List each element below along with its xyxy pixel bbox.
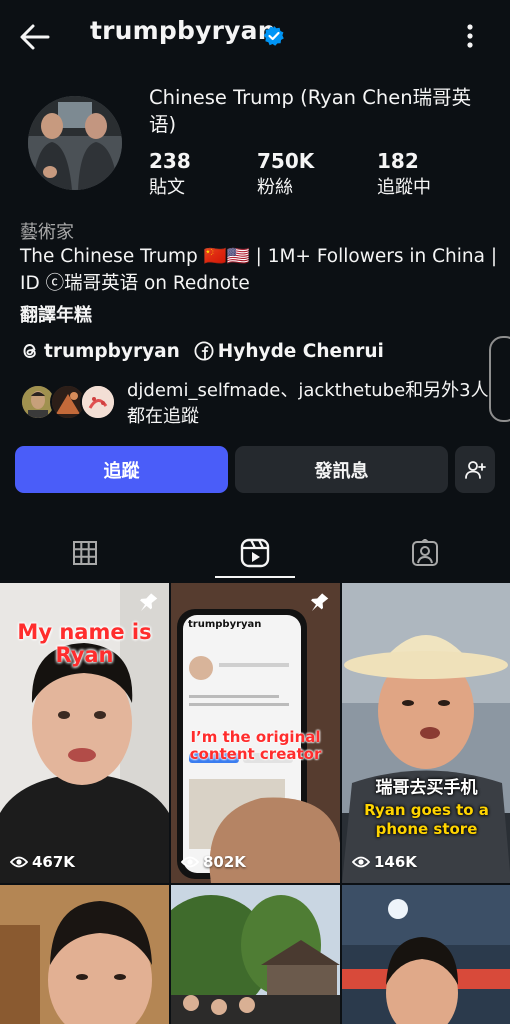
tagged-icon: [412, 539, 438, 566]
reels-icon: [240, 538, 270, 568]
pin-icon: [311, 593, 329, 611]
reel-thumbnail[interactable]: 瑞哥去买手机 Ryan goes to a phone store 146K: [342, 583, 510, 883]
following-label: 追蹤中: [377, 177, 431, 198]
threads-icon: [23, 344, 36, 358]
reel-caption: My name is Ryan: [17, 620, 152, 667]
profile-tabs: [0, 528, 510, 580]
view-count-text: 467K: [32, 853, 75, 871]
reel-thumbnail[interactable]: trumpbyryan I’m the original content cre…: [171, 583, 340, 883]
follow-button[interactable]: 追蹤: [15, 446, 228, 493]
reel-thumbnail[interactable]: My name is Ryan 467K: [0, 583, 169, 883]
display-name: Chinese Trump (Ryan Chen瑞哥英语): [149, 86, 472, 136]
suggested-accounts-button[interactable]: [455, 446, 495, 493]
posts-label: 貼文: [149, 177, 185, 198]
add-person-icon: [465, 460, 486, 479]
posts-stat[interactable]: 238 貼文: [149, 148, 191, 202]
following-count: 182: [377, 149, 419, 173]
profile-avatar[interactable]: [28, 96, 122, 190]
reel-caption: I’m the original content creator: [189, 728, 322, 763]
eye-icon: [352, 856, 370, 868]
reel-thumbnail[interactable]: [342, 885, 510, 1024]
threads-link[interactable]: trumpbyryan: [20, 341, 180, 362]
posts-count: 238: [149, 149, 191, 173]
tab-tagged[interactable]: [340, 528, 510, 578]
top-bar: trumpbyryan: [0, 0, 510, 72]
reel-caption-chinese: 瑞哥去买手机: [375, 778, 478, 798]
reel-thumbnail[interactable]: [0, 885, 169, 1024]
threads-link-text: trumpbyryan: [44, 340, 180, 362]
suggested-panel-edge[interactable]: [489, 336, 510, 422]
message-button[interactable]: 發訊息: [235, 446, 448, 493]
view-count: 467K: [10, 853, 75, 871]
reels-grid: My name is Ryan 467K trumpbyryan I’m the…: [0, 583, 510, 1024]
reel-thumbnail[interactable]: [171, 885, 340, 1024]
tab-grid[interactable]: [0, 528, 170, 578]
profile-username: trumpbyryan: [90, 16, 276, 45]
mutual-follower-avatars: [20, 384, 120, 420]
view-count-text: 802K: [203, 853, 246, 871]
eye-icon: [181, 856, 199, 868]
followers-count: 750K: [257, 149, 315, 173]
reel-caption-english: Ryan goes to a phone store: [364, 801, 489, 838]
view-count: 802K: [181, 853, 246, 871]
more-options-icon[interactable]: [458, 22, 482, 50]
following-stat[interactable]: 182 追蹤中: [377, 148, 431, 202]
followers-stat[interactable]: 750K 粉絲: [257, 148, 314, 202]
mutual-avatar: [80, 384, 116, 420]
translate-link[interactable]: 翻譯年糕: [20, 301, 92, 327]
tab-reels[interactable]: [170, 528, 340, 578]
active-tab-indicator: [215, 576, 295, 578]
profile-bio: The Chinese Trump 🇨🇳🇺🇸 | 1M+ Followers i…: [20, 246, 498, 294]
grid-icon: [73, 541, 97, 565]
phone-screen-username: trumpbyryan: [188, 619, 262, 630]
profile-category: 藝術家: [20, 222, 74, 243]
followers-label: 粉絲: [257, 177, 293, 198]
verified-badge-icon: [263, 26, 284, 46]
pin-icon: [140, 593, 158, 611]
facebook-icon: [194, 341, 214, 361]
profile-links: trumpbyryan Hyhyde Chenrui: [20, 338, 398, 364]
facebook-link-text: Hyhyde Chenrui: [217, 340, 384, 362]
view-count-text: 146K: [374, 853, 417, 871]
followed-by-row[interactable]: djdemi_selfmade、jackthetube和另外3人都在追蹤: [20, 378, 490, 434]
back-arrow-icon[interactable]: [18, 20, 52, 54]
followed-by-text: djdemi_selfmade、jackthetube和另外3人都在追蹤: [127, 380, 489, 427]
view-count: 146K: [352, 853, 417, 871]
eye-icon: [10, 856, 28, 868]
facebook-link[interactable]: Hyhyde Chenrui: [194, 341, 384, 362]
